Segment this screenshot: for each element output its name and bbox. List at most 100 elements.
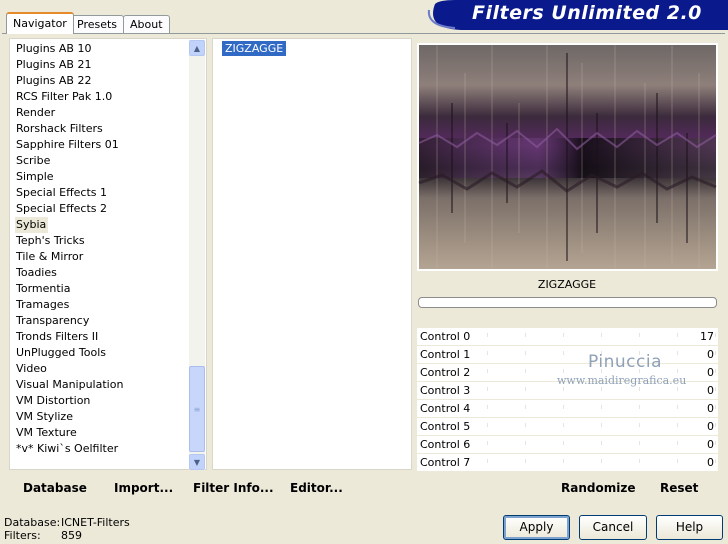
slider-tick: [525, 459, 526, 463]
control-row[interactable]: Control 0 17: [417, 328, 718, 346]
control-value: 0: [707, 384, 714, 397]
category-row: Sapphire Filters 01: [15, 137, 191, 153]
scrollbar-thumb[interactable]: ≡: [189, 366, 205, 452]
category-item[interactable]: Sapphire Filters 01: [15, 137, 191, 153]
category-row: Special Effects 1: [15, 185, 191, 201]
control-value: 0: [707, 456, 714, 469]
slider-tick: [715, 369, 716, 373]
category-item[interactable]: Visual Manipulation: [15, 377, 191, 393]
category-item[interactable]: *v* Kiwi`s Oelfilter: [15, 441, 191, 457]
category-row: Tronds Filters II: [15, 329, 191, 345]
controls-panel: Control 0 17 Control 1 0 Control 2 0 Control 3…: [417, 328, 718, 472]
control-label: Control 6: [420, 438, 471, 451]
slider-tick: [639, 405, 640, 409]
category-row: Special Effects 2: [15, 201, 191, 217]
reset-button[interactable]: Reset: [660, 481, 698, 495]
category-row: Rorshack Filters: [15, 121, 191, 137]
slider-tick: [639, 387, 640, 391]
chevron-down-icon[interactable]: ▼: [189, 454, 205, 470]
category-item[interactable]: Render: [15, 105, 191, 121]
slider-tick: [487, 441, 488, 445]
category-item[interactable]: Plugins AB 10: [15, 41, 191, 57]
watermark-name: Pinuccia: [588, 352, 662, 372]
control-row[interactable]: Control 1 0: [417, 346, 718, 364]
category-item[interactable]: Tronds Filters II: [15, 329, 191, 345]
control-row[interactable]: Control 5 0: [417, 418, 718, 436]
apply-button[interactable]: Apply: [503, 515, 570, 540]
category-item[interactable]: Scribe: [15, 153, 191, 169]
category-item[interactable]: RCS Filter Pak 1.0: [15, 89, 191, 105]
category-row: Toadies: [15, 265, 191, 281]
category-item[interactable]: Plugins AB 21: [15, 57, 191, 73]
category-row: Plugins AB 10: [15, 41, 191, 57]
category-list[interactable]: Plugins AB 10 Plugins AB 21 Plugins AB 22 R…: [9, 38, 207, 470]
slider-tick: [601, 459, 602, 463]
watermark-url: www.maidiregrafica.eu: [557, 374, 687, 387]
slider-tick: [601, 441, 602, 445]
category-row: Plugins AB 22: [15, 73, 191, 89]
cancel-button[interactable]: Cancel: [579, 515, 647, 540]
tab-strip-divider: [2, 33, 725, 34]
left-action-bar: Database Import... Filter Info... Editor…: [8, 475, 413, 500]
filter-item-selected[interactable]: ZIGZAGGE: [222, 41, 287, 56]
control-row[interactable]: Control 7 0: [417, 454, 718, 472]
category-row: Teph's Tricks: [15, 233, 191, 249]
category-item[interactable]: VM Distortion: [15, 393, 191, 409]
slider-tick: [677, 333, 678, 337]
category-item[interactable]: Tile & Mirror: [15, 249, 191, 265]
category-item[interactable]: Sybia: [15, 217, 49, 233]
category-item[interactable]: Tramages: [15, 297, 191, 313]
database-label: Database:: [4, 516, 61, 529]
slider-tick: [639, 423, 640, 427]
slider-tick: [677, 441, 678, 445]
category-item[interactable]: Rorshack Filters: [15, 121, 191, 137]
category-item[interactable]: Tormentia: [15, 281, 191, 297]
category-item[interactable]: Simple: [15, 169, 191, 185]
slider-tick: [563, 459, 564, 463]
slider-tick: [677, 423, 678, 427]
control-label: Control 5: [420, 420, 471, 433]
randomize-button[interactable]: Randomize: [561, 481, 635, 495]
control-row[interactable]: Control 6 0: [417, 436, 718, 454]
help-button[interactable]: Help: [656, 515, 723, 540]
category-items: Plugins AB 10 Plugins AB 21 Plugins AB 22 R…: [15, 41, 191, 457]
category-item[interactable]: Transparency: [15, 313, 191, 329]
category-row: Render: [15, 105, 191, 121]
control-value: 0: [707, 348, 714, 361]
category-item[interactable]: Special Effects 1: [15, 185, 191, 201]
category-row: VM Distortion: [15, 393, 191, 409]
slider-tick: [601, 333, 602, 337]
tab-navigator[interactable]: Navigator: [6, 12, 74, 34]
control-label: Control 3: [420, 384, 471, 397]
category-item[interactable]: Video: [15, 361, 191, 377]
slider-tick: [639, 441, 640, 445]
slider-tick: [487, 459, 488, 463]
category-item[interactable]: Toadies: [15, 265, 191, 281]
right-action-bar: Randomize Reset: [417, 475, 718, 500]
category-item[interactable]: VM Texture: [15, 425, 191, 441]
category-item[interactable]: Plugins AB 22: [15, 73, 191, 89]
filter-info-button[interactable]: Filter Info...: [193, 481, 274, 495]
editor-button[interactable]: Editor...: [290, 481, 343, 495]
slider-tick: [487, 369, 488, 373]
control-row[interactable]: Control 4 0: [417, 400, 718, 418]
slider-tick: [715, 405, 716, 409]
filter-list[interactable]: ZIGZAGGE: [212, 38, 412, 470]
database-button[interactable]: Database: [23, 481, 87, 495]
category-item[interactable]: VM Stylize: [15, 409, 191, 425]
tab-presets[interactable]: Presets: [70, 15, 125, 33]
control-value: 17: [700, 330, 714, 343]
category-item[interactable]: UnPlugged Tools: [15, 345, 191, 361]
category-item[interactable]: Teph's Tricks: [15, 233, 191, 249]
tab-about[interactable]: About: [123, 15, 170, 33]
slider-tick: [677, 459, 678, 463]
import-button[interactable]: Import...: [114, 481, 173, 495]
category-row: Plugins AB 21: [15, 57, 191, 73]
category-item[interactable]: Special Effects 2: [15, 201, 191, 217]
chevron-up-icon[interactable]: ▲: [189, 40, 205, 56]
filters-label: Filters:: [4, 529, 41, 542]
slider-tick: [563, 369, 564, 373]
slider-tick: [525, 423, 526, 427]
category-scrollbar[interactable]: ▲ ≡ ▼: [189, 40, 205, 470]
category-row: Simple: [15, 169, 191, 185]
